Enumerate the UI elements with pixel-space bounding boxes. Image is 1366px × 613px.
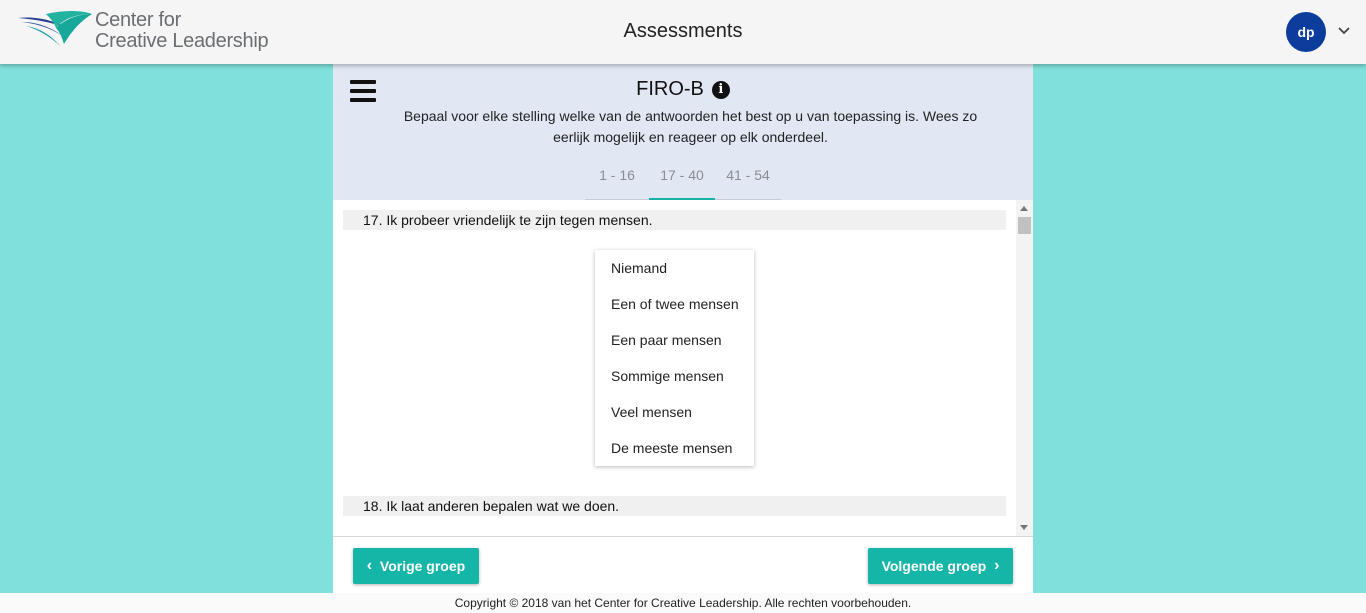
option-veel-mensen[interactable]: Veel mensen <box>595 394 754 430</box>
option-sommige-mensen[interactable]: Sommige mensen <box>595 358 754 394</box>
instructions-text: Bepaal voor elke stelling welke van de a… <box>403 108 978 145</box>
option-een-paar-mensen[interactable]: Een paar mensen <box>595 322 754 358</box>
questions-scroll-area[interactable]: 17. Ik probeer vriendelijk te zijn tegen… <box>333 200 1033 536</box>
assessment-title: FIRO-B <box>636 78 704 101</box>
answer-dropdown[interactable]: Niemand Een of twee mensen Een paar mens… <box>595 250 754 466</box>
info-icon[interactable]: i <box>711 80 730 99</box>
previous-group-button[interactable]: ‹ Vorige groep <box>353 548 479 584</box>
tab-1-16[interactable]: 1 - 16 <box>585 160 649 200</box>
previous-group-label: Vorige groep <box>379 558 466 574</box>
option-niemand[interactable]: Niemand <box>595 250 754 286</box>
scrollbar-thumb[interactable] <box>1018 217 1031 234</box>
option-de-meeste-mensen[interactable]: De meeste mensen <box>595 430 754 466</box>
chevron-down-icon[interactable] <box>1336 24 1352 38</box>
page-tabs: 1 - 16 17 - 40 41 - 54 <box>585 160 781 200</box>
chevron-right-icon: › <box>994 557 1000 574</box>
option-een-of-twee-mensen[interactable]: Een of twee mensen <box>595 286 754 322</box>
assessment-panel: FIRO-B i Bepaal voor elke stelling welke … <box>333 64 1033 593</box>
app-title: Assessments <box>623 20 743 42</box>
next-group-button[interactable]: Volgende groep › <box>868 548 1013 584</box>
assessment-title-row: FIRO-B i <box>333 78 1033 101</box>
next-group-label: Volgende groep <box>881 558 987 574</box>
scroll-up-icon[interactable] <box>1020 206 1028 211</box>
group-navigation: ‹ Vorige groep Volgende groep › <box>333 536 1033 593</box>
scroll-down-icon[interactable] <box>1020 525 1028 530</box>
copyright-footer: Copyright © 2018 van het Center for Crea… <box>0 593 1366 613</box>
question-17: 17. Ik probeer vriendelijk te zijn tegen… <box>343 210 1006 230</box>
top-bar: Center for Creative Leadership Assessmen… <box>0 0 1366 64</box>
question-18: 18. Ik laat anderen bepalen wat we doen. <box>343 496 1006 516</box>
assessment-header: FIRO-B i Bepaal voor elke stelling welke … <box>333 64 1033 200</box>
chevron-left-icon: ‹ <box>366 557 373 574</box>
user-avatar[interactable]: dp <box>1286 12 1326 52</box>
vertical-scrollbar[interactable] <box>1016 200 1033 536</box>
tab-41-54[interactable]: 41 - 54 <box>715 160 781 200</box>
tab-17-40[interactable]: 17 - 40 <box>649 160 715 200</box>
